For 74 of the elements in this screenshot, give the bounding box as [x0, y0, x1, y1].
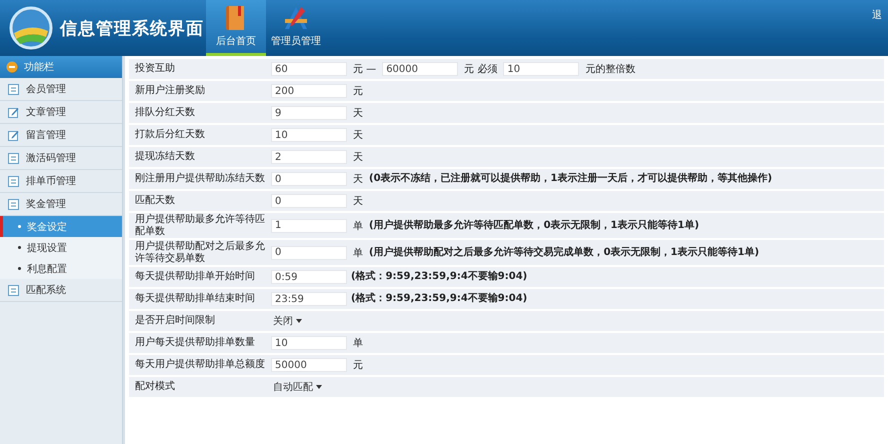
input-field[interactable]: 0:59	[271, 270, 347, 284]
caret-icon	[296, 319, 302, 323]
edit-icon	[8, 106, 19, 118]
logout-link[interactable]: 退	[872, 0, 888, 56]
hint-text: (0表示不冻结，已注册就可以提供帮助，1表示注册一天后，才可以提供帮助，等其他操作)	[369, 173, 772, 185]
list-icon	[8, 152, 19, 164]
edit-icon	[8, 130, 19, 140]
submenu-item[interactable]: 提现设置	[0, 237, 122, 258]
field-label: 是否开启时间限制	[134, 314, 216, 328]
caret-icon	[316, 385, 322, 389]
list-icon	[8, 176, 19, 186]
hint-text: (格式：9:59,23:59,9:4不要输9:04)	[351, 271, 528, 283]
hint-text: (用户提供帮助配对之后最多允许等待交易完成单数，0表示无限制，1表示只能等待1单)	[369, 246, 760, 258]
field-label: 每天提供帮助排单开始时间	[134, 270, 256, 284]
unit-label: 单	[352, 336, 364, 350]
input-field[interactable]: 60	[271, 62, 347, 76]
field-label: 每天提供帮助排单结束时间	[134, 292, 256, 306]
unit-label: 天	[352, 173, 364, 186]
sidebar-item[interactable]: 文章管理	[0, 101, 122, 124]
field-label: 用户提供帮助最多允许等待匹配单数	[134, 213, 266, 238]
input-field[interactable]: 0	[271, 172, 347, 186]
field-label: 用户提供帮助配对之后最多允许等待交易单数	[134, 240, 266, 265]
field-label: 配对模式	[134, 380, 176, 394]
list-icon	[8, 84, 19, 94]
unit-label: 元的整倍数	[584, 62, 636, 76]
nav-tab[interactable]: 管理员管理	[266, 0, 326, 56]
submenu-item[interactable]: 利息配置	[0, 258, 122, 279]
unit-label: 元 —	[352, 63, 378, 76]
dropdown[interactable]: 自动匹配	[271, 379, 324, 395]
sidebar-item[interactable]: 留言管理	[0, 124, 122, 147]
input-field[interactable]: 60000	[382, 62, 458, 76]
input-field[interactable]: 9	[271, 106, 347, 120]
input-field[interactable]: 10	[271, 336, 347, 350]
app-title: 信息管理系统界面	[60, 18, 204, 40]
field-label: 匹配天数	[134, 194, 176, 208]
nav-tab[interactable]: 后台首页	[206, 0, 266, 56]
hint-text: (用户提供帮助最多允许等待匹配单数，0表示无限制，1表示只能等待1单)	[369, 220, 700, 232]
hint-text: (格式：9:59,23:59,9:4不要输9:04)	[351, 293, 528, 305]
globe-logo-icon	[8, 5, 54, 51]
list-icon	[8, 198, 19, 210]
field-label: 排队分红天数	[134, 106, 196, 120]
input-field[interactable]: 10	[271, 128, 347, 142]
unit-label: 单	[352, 246, 364, 260]
field-label: 投资互助	[134, 62, 176, 76]
input-field[interactable]: 2	[271, 150, 347, 164]
unit-label: 天	[352, 151, 364, 164]
unit-label: 元	[352, 359, 364, 372]
circle-icon	[6, 61, 18, 73]
list-icon	[8, 284, 19, 296]
unit-label: 天	[352, 107, 364, 120]
unit-label: 天	[352, 129, 364, 142]
dropdown[interactable]: 关闭	[271, 313, 304, 329]
sidebar-item[interactable]: 排单币管理	[0, 170, 122, 193]
field-label: 打款后分红天数	[134, 128, 206, 142]
sidebar-title: 功能栏	[24, 60, 54, 74]
input-field[interactable]: 200	[271, 84, 347, 98]
field-label: 每天用户提供帮助排单总额度	[134, 358, 266, 372]
input-field[interactable]: 23:59	[271, 292, 347, 306]
field-label: 刚注册用户提供帮助冻结天数	[134, 172, 266, 186]
unit-label: 天	[352, 195, 364, 208]
input-field[interactable]: 50000	[271, 358, 347, 372]
input-field[interactable]: 0	[271, 246, 347, 260]
input-field[interactable]: 10	[503, 62, 580, 76]
unit-label: 元 必须	[463, 62, 498, 76]
sidebar-item[interactable]: 匹配系统	[0, 279, 122, 302]
input-field[interactable]: 1	[271, 218, 347, 232]
field-label: 新用户注册奖励	[134, 84, 206, 98]
unit-label: 元	[352, 85, 364, 98]
unit-label: 单	[352, 220, 364, 232]
sidebar-item[interactable]: 激活码管理	[0, 147, 122, 170]
input-field[interactable]: 0	[271, 194, 347, 208]
field-label: 提现冻结天数	[134, 150, 196, 164]
field-label: 用户每天提供帮助排单数量	[134, 336, 256, 350]
sidebar-item[interactable]: 会员管理	[0, 78, 122, 101]
